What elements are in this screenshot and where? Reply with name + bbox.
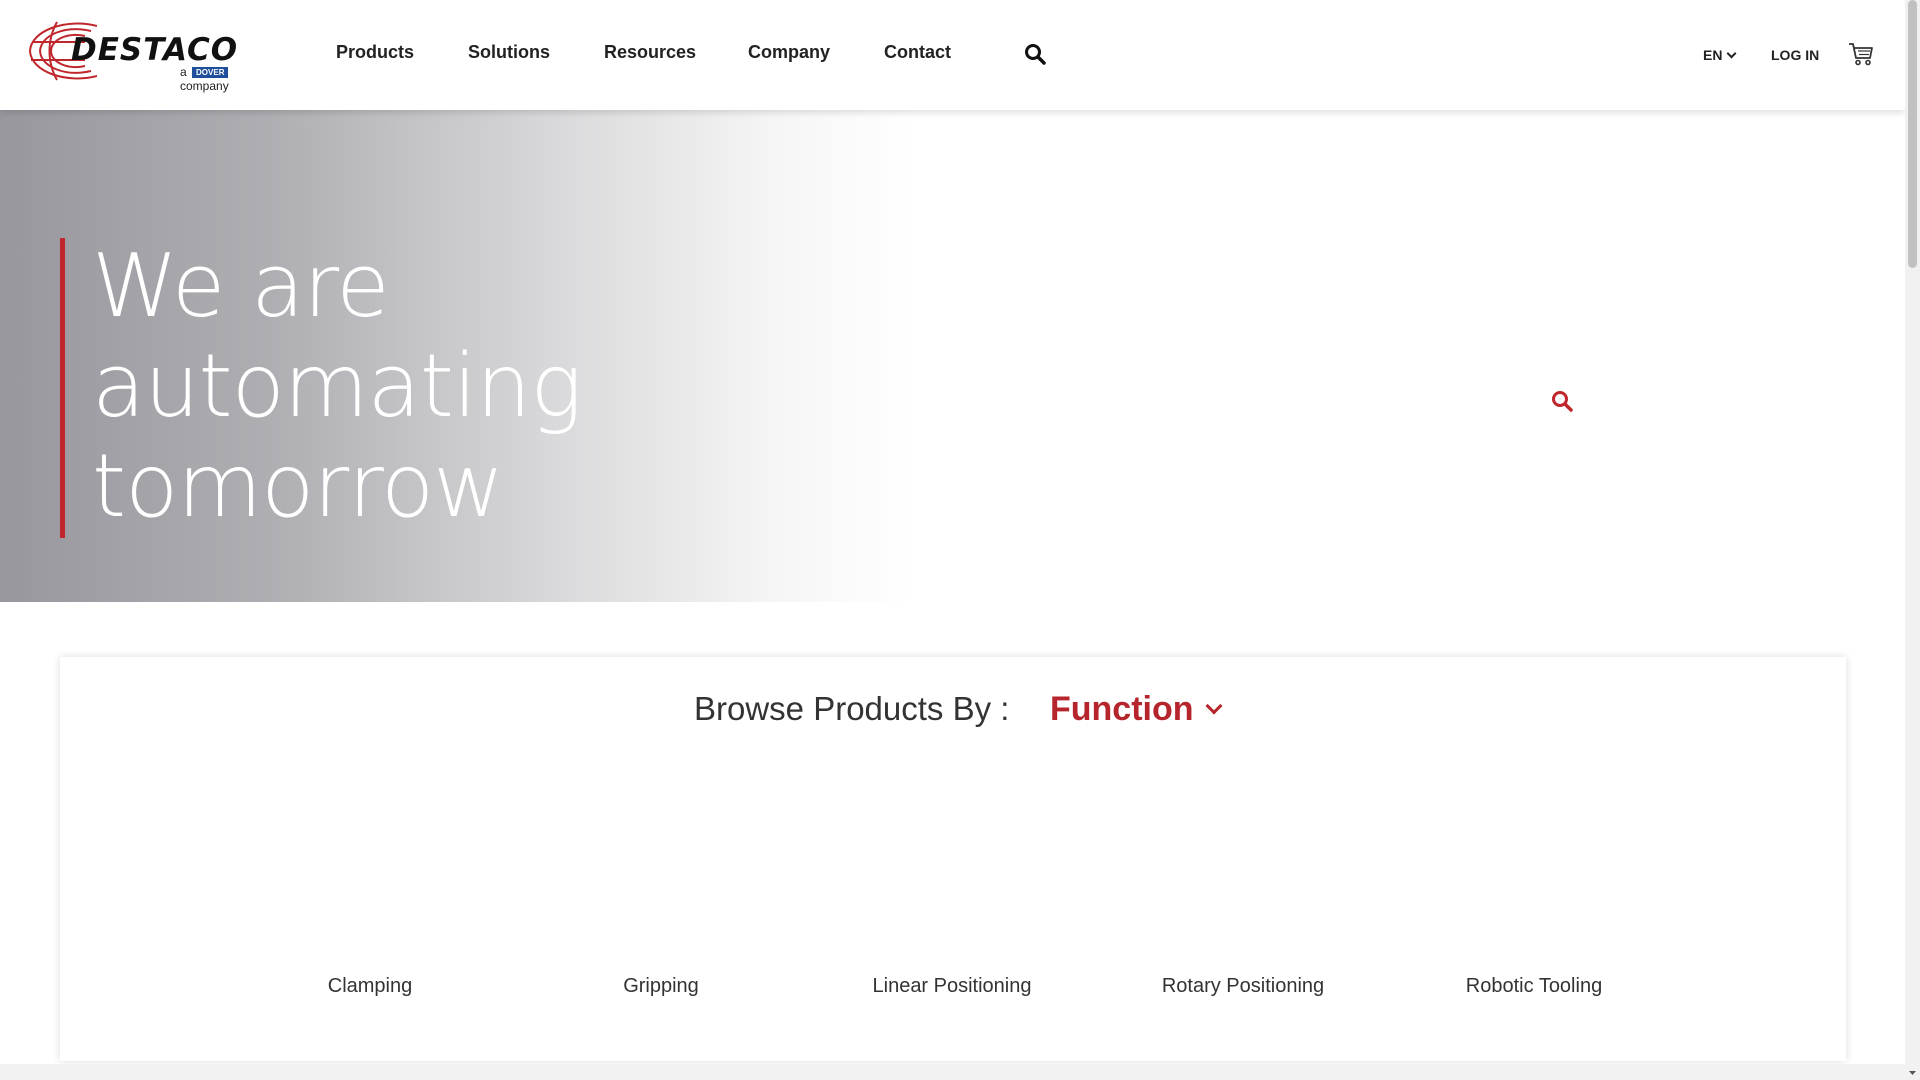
nav-item-solutions[interactable]: Solutions — [468, 42, 550, 63]
logo-tagline: a DOVER company — [180, 65, 281, 93]
category-linear-positioning[interactable]: Linear Positioning — [873, 975, 1032, 998]
tagline-a: a — [180, 65, 187, 79]
category-rotary-positioning[interactable]: Rotary Positioning — [1162, 975, 1324, 998]
category-robotic-tooling[interactable]: Robotic Tooling — [1466, 975, 1602, 998]
language-selector[interactable]: EN — [1703, 47, 1737, 63]
cart-icon[interactable] — [1848, 42, 1874, 66]
hero-accent-bar — [60, 238, 65, 538]
scroll-down-arrow-icon[interactable] — [1907, 1066, 1918, 1077]
hero-banner: We are automating tomorrow — [0, 110, 1905, 602]
page: DESTACO a DOVER company Products Solutio… — [0, 0, 1905, 1080]
browse-products-card: Browse Products By : Function Clamping G… — [60, 657, 1846, 1061]
browse-by-dropdown[interactable]: Function — [1050, 690, 1223, 729]
browse-selected-value: Function — [1050, 690, 1194, 728]
chevron-down-icon — [1727, 48, 1737, 59]
site-header: DESTACO a DOVER company Products Solutio… — [0, 0, 1905, 110]
dover-badge: DOVER — [192, 67, 229, 78]
hero-search-icon[interactable] — [1551, 390, 1573, 412]
hero-title-line: We are — [92, 235, 390, 337]
scrollbar-thumb[interactable] — [1908, 0, 1917, 268]
browse-label: Browse Products By : — [694, 690, 1010, 727]
category-gripping[interactable]: Gripping — [623, 975, 699, 998]
search-icon[interactable] — [1024, 43, 1046, 65]
login-link[interactable]: LOG IN — [1771, 47, 1819, 63]
logo-wordmark: DESTACO — [71, 32, 239, 68]
language-label: EN — [1703, 47, 1723, 63]
nav-item-contact[interactable]: Contact — [884, 42, 951, 63]
next-section-edge — [0, 1064, 1905, 1080]
category-clamping[interactable]: Clamping — [328, 975, 412, 998]
hero-title-line: tomorrow — [92, 435, 504, 537]
tagline-company: company — [180, 79, 229, 93]
nav-item-resources[interactable]: Resources — [604, 42, 696, 63]
nav-item-products[interactable]: Products — [336, 42, 414, 63]
hero-title-line: automating — [92, 335, 583, 437]
vertical-scrollbar[interactable] — [1905, 0, 1920, 1080]
nav-item-company[interactable]: Company — [748, 42, 830, 63]
hero-title: We are automating tomorrow — [92, 236, 692, 536]
destaco-logo[interactable]: DESTACO a DOVER company — [27, 20, 281, 93]
chevron-down-icon — [1205, 697, 1223, 715]
